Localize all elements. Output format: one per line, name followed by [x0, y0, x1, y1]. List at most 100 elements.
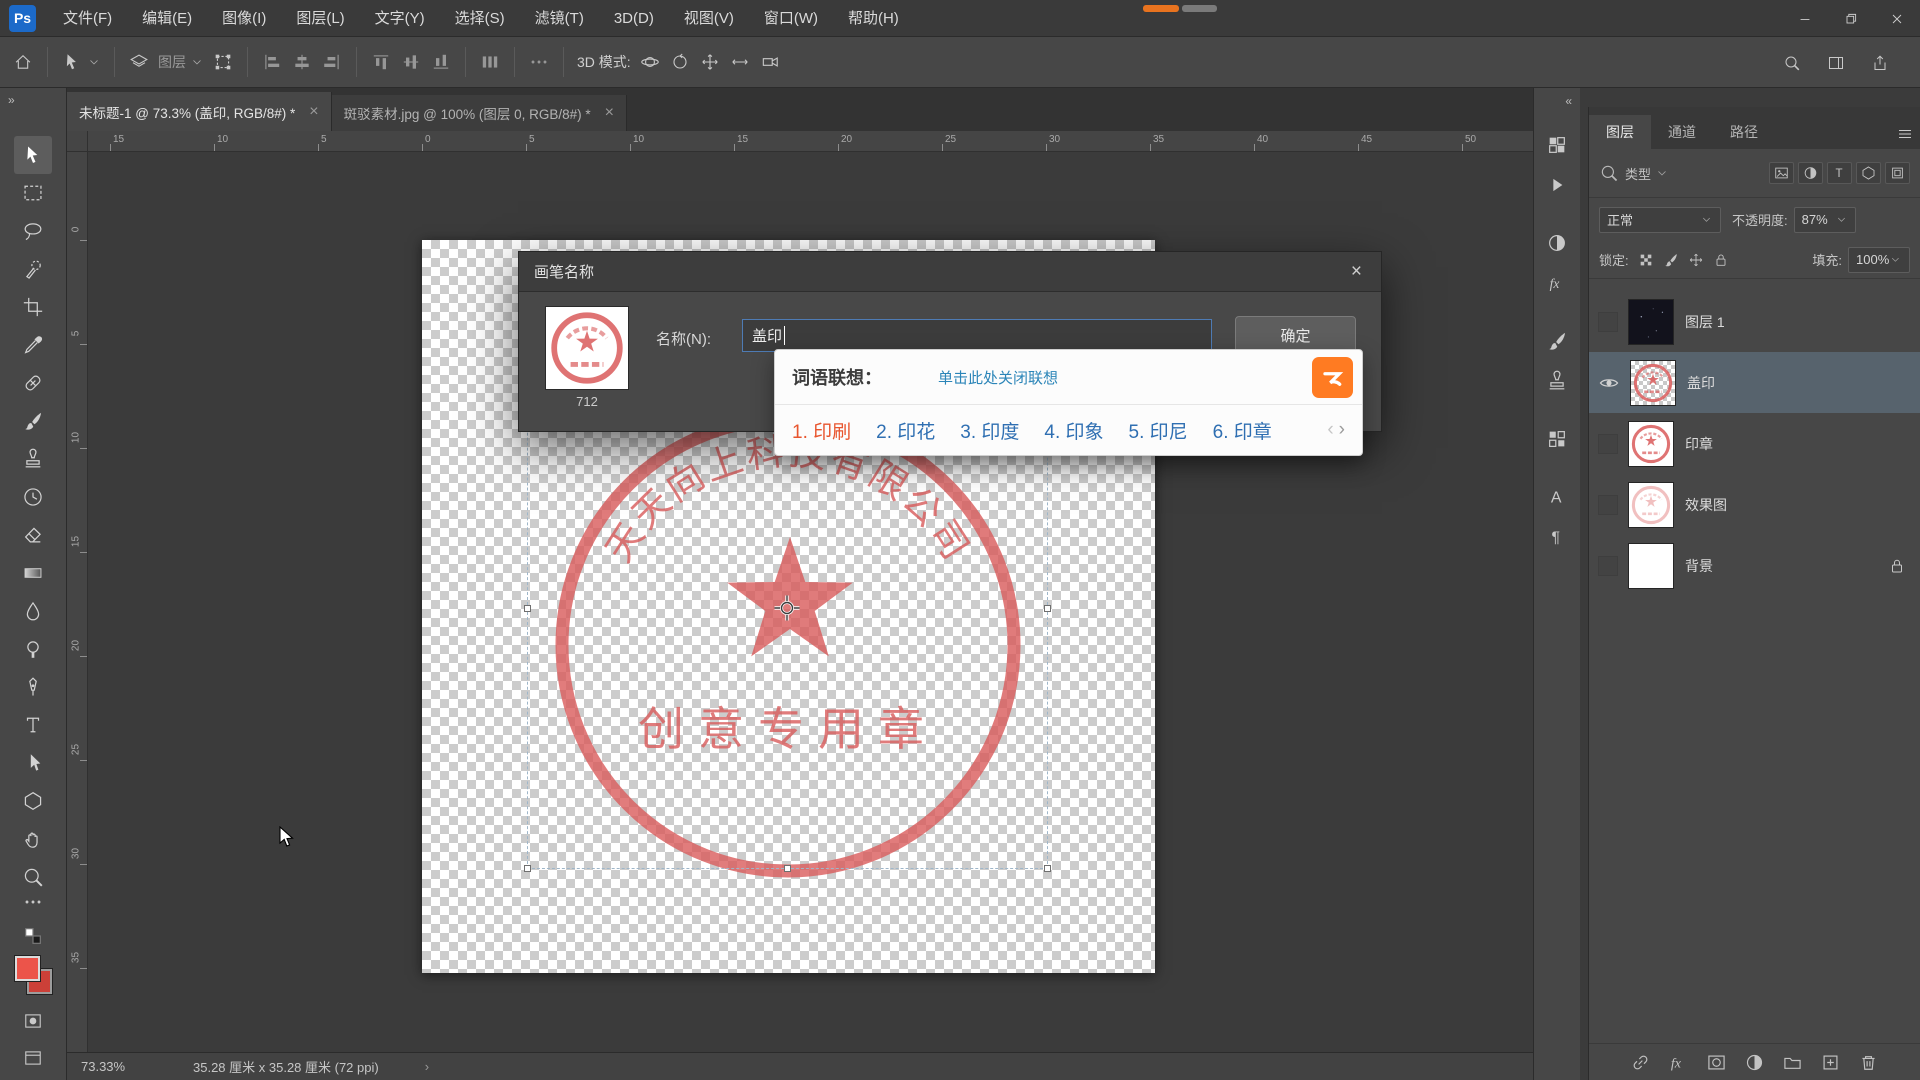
- ime-suggestion-2[interactable]: 2. 印花: [876, 417, 935, 444]
- layer-row-0[interactable]: 图层 1: [1589, 291, 1920, 352]
- layer-thumbnail[interactable]: [1628, 421, 1674, 467]
- status-options-chevron[interactable]: ›: [425, 1059, 429, 1074]
- lock-pixels-button[interactable]: [1660, 250, 1682, 270]
- handle-se[interactable]: [1044, 865, 1051, 872]
- visibility-toggle[interactable]: [1598, 312, 1618, 332]
- document-tab-2[interactable]: 斑驳素材.jpg @ 100% (图层 0, RGB/8#) * ×: [332, 95, 627, 131]
- 3d-orbit-button[interactable]: [637, 49, 663, 75]
- brush-name-input[interactable]: 盖印: [742, 319, 1212, 352]
- dodge-tool[interactable]: [14, 630, 52, 668]
- delete-layer-button[interactable]: [1858, 1052, 1879, 1073]
- search-button[interactable]: [1780, 51, 1804, 75]
- visibility-toggle[interactable]: [1598, 556, 1618, 576]
- quick-mask-icon[interactable]: [19, 1007, 47, 1035]
- tab-layers[interactable]: 图层: [1589, 115, 1651, 149]
- menu-item-4[interactable]: 文字(Y): [360, 0, 440, 37]
- brush-tool[interactable]: [14, 402, 52, 440]
- link-layers-button[interactable]: [1630, 1052, 1651, 1073]
- filter-shape-button[interactable]: [1856, 162, 1881, 184]
- auto-select-caret[interactable]: [190, 55, 204, 69]
- menu-item-9[interactable]: 窗口(W): [749, 0, 833, 37]
- new-layer-button[interactable]: [1820, 1052, 1841, 1073]
- handle-w[interactable]: [524, 605, 531, 612]
- quick-selection-tool[interactable]: [14, 250, 52, 288]
- edit-toolbar-icon[interactable]: [19, 888, 47, 916]
- pen-tool[interactable]: [14, 668, 52, 706]
- crop-tool[interactable]: [14, 288, 52, 326]
- reference-point-icon[interactable]: [773, 594, 801, 622]
- home-icon[interactable]: [10, 49, 36, 75]
- menu-item-0[interactable]: 文件(F): [48, 0, 127, 37]
- 3d-camera-button[interactable]: [757, 49, 783, 75]
- handle-sw[interactable]: [524, 865, 531, 872]
- visibility-toggle[interactable]: [1598, 434, 1618, 454]
- properties-panel-icon[interactable]: [1542, 228, 1572, 258]
- share-button[interactable]: [1868, 51, 1892, 75]
- add-mask-button[interactable]: [1706, 1052, 1727, 1073]
- handle-e[interactable]: [1044, 605, 1051, 612]
- paragraph-panel-icon[interactable]: ¶: [1542, 522, 1572, 552]
- ime-suggestion-3[interactable]: 3. 印度: [960, 417, 1019, 444]
- zoom-level-field[interactable]: 73.33%: [81, 1059, 145, 1074]
- ime-close-hint[interactable]: 单击此处关闭联想: [938, 367, 1058, 388]
- blur-tool[interactable]: [14, 592, 52, 630]
- tab-channels[interactable]: 通道: [1651, 115, 1713, 149]
- menu-item-1[interactable]: 编辑(E): [127, 0, 207, 37]
- filter-type-dropdown[interactable]: 类型: [1625, 164, 1651, 183]
- panel-menu-icon[interactable]: [1890, 119, 1920, 149]
- move-tool[interactable]: [14, 136, 52, 174]
- spot-healing-brush-tool[interactable]: [14, 364, 52, 402]
- visibility-eye-icon[interactable]: [1598, 372, 1620, 394]
- ime-suggestion-5[interactable]: 5. 印尼: [1129, 417, 1188, 444]
- default-colors-icon[interactable]: [22, 925, 44, 947]
- align-bottom-button[interactable]: [428, 49, 454, 75]
- opacity-dropdown[interactable]: 87%: [1794, 207, 1856, 233]
- history-panel-icon[interactable]: [1542, 130, 1572, 160]
- menu-item-2[interactable]: 图像(I): [207, 0, 281, 37]
- menu-item-10[interactable]: 帮助(H): [833, 0, 914, 37]
- lasso-tool[interactable]: [14, 212, 52, 250]
- document-tab-1[interactable]: 未标题-1 @ 73.3% (盖印, RGB/8#) * ×: [67, 92, 332, 131]
- prev-page-icon[interactable]: ‹: [1327, 419, 1333, 441]
- layer-row-4[interactable]: 背景: [1589, 535, 1920, 596]
- menu-item-5[interactable]: 选择(S): [440, 0, 520, 37]
- layer-row-3[interactable]: 效果图: [1589, 474, 1920, 535]
- dialog-titlebar[interactable]: 画笔名称 ×: [519, 252, 1381, 292]
- visibility-toggle[interactable]: [1598, 495, 1618, 515]
- actions-panel-icon[interactable]: [1542, 170, 1572, 200]
- filter-image-button[interactable]: [1769, 162, 1794, 184]
- character-panel-icon[interactable]: A: [1542, 482, 1572, 512]
- layer-thumbnail[interactable]: [1630, 360, 1676, 406]
- photoshop-logo-icon[interactable]: Ps: [9, 5, 36, 32]
- minimize-button[interactable]: [1782, 0, 1828, 37]
- gradient-tool[interactable]: [14, 554, 52, 592]
- align-center-h-button[interactable]: [289, 49, 315, 75]
- shape-tool[interactable]: [14, 782, 52, 820]
- lock-all-button[interactable]: [1710, 250, 1732, 270]
- screen-mode-icon[interactable]: [19, 1044, 47, 1072]
- menu-item-7[interactable]: 3D(D): [599, 0, 669, 37]
- filter-adjustment-button[interactable]: [1798, 162, 1823, 184]
- eyedropper-tool[interactable]: [14, 326, 52, 364]
- next-page-icon[interactable]: ›: [1339, 419, 1345, 441]
- blend-mode-dropdown[interactable]: 正常: [1599, 207, 1721, 233]
- ime-suggestion-6[interactable]: 6. 印章: [1213, 417, 1272, 444]
- lock-transparent-button[interactable]: [1635, 250, 1657, 270]
- menu-item-3[interactable]: 图层(L): [281, 0, 359, 37]
- libraries-panel-icon[interactable]: [1542, 424, 1572, 454]
- tab-close-icon[interactable]: ×: [605, 105, 614, 121]
- menu-item-6[interactable]: 滤镜(T): [520, 0, 599, 37]
- filter-type-button[interactable]: T: [1827, 162, 1852, 184]
- styles-panel-icon[interactable]: fx: [1542, 268, 1572, 298]
- auto-select-icon[interactable]: [126, 49, 152, 75]
- dialog-close-icon[interactable]: ×: [1347, 261, 1366, 283]
- tab-close-icon[interactable]: ×: [309, 104, 318, 120]
- clone-source-panel-icon[interactable]: [1542, 366, 1572, 396]
- 3d-slide-button[interactable]: [727, 49, 753, 75]
- new-adjustment-button[interactable]: [1744, 1052, 1765, 1073]
- layer-thumbnail[interactable]: [1628, 482, 1674, 528]
- closewin-button[interactable]: [1874, 0, 1920, 37]
- handle-s[interactable]: [784, 865, 791, 872]
- brush-settings-panel-icon[interactable]: [1542, 326, 1572, 356]
- more-options-icon[interactable]: [526, 49, 552, 75]
